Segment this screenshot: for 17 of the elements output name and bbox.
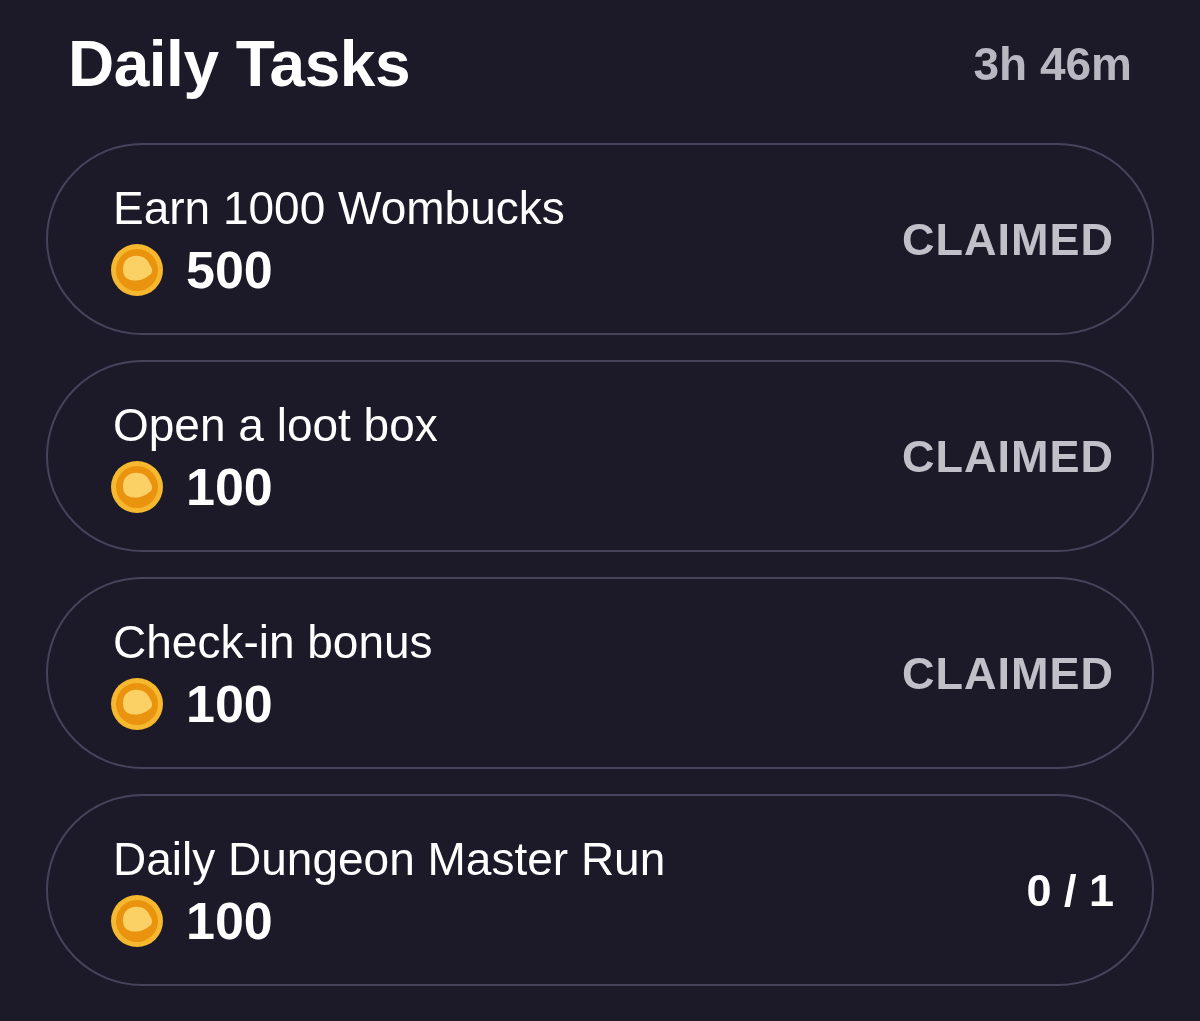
task-title: Check-in bonus [113,615,433,669]
reward-amount: 100 [186,461,273,513]
coin-icon [110,677,164,731]
reward-amount: 500 [186,244,273,296]
coin-icon [110,460,164,514]
reward-amount: 100 [186,895,273,947]
coin-icon [110,894,164,948]
progress-count: 0 / 1 [1026,867,1114,913]
claimed-status: CLAIMED [902,216,1114,262]
task-title: Earn 1000 Wombucks [113,181,565,235]
claimed-status: CLAIMED [902,650,1114,696]
coin-icon [110,243,164,297]
task-title: Open a loot box [113,398,438,452]
claimed-status: CLAIMED [902,433,1114,479]
time-remaining: 3h 46m [973,41,1132,87]
reward-amount: 100 [186,678,273,730]
task-title: Daily Dungeon Master Run [113,832,666,886]
